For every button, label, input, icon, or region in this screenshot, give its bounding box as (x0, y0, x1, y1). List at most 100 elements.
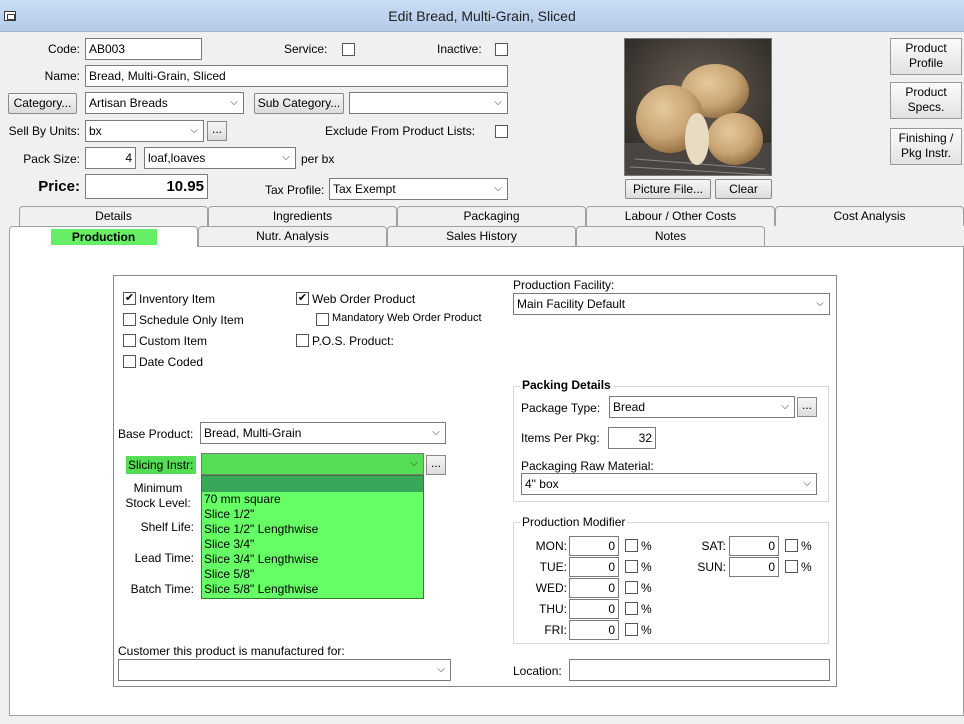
category-select[interactable]: Artisan Breads ⌵ (85, 92, 244, 114)
button-line: Product (905, 41, 947, 55)
taxprofile-select[interactable]: Tax Exempt ⌵ (329, 178, 508, 200)
wed-pct-checkbox[interactable] (625, 581, 638, 594)
tue-field[interactable]: 0 (569, 557, 619, 577)
tab-packaging[interactable]: Packaging (397, 206, 586, 226)
pct-label: % (801, 539, 812, 553)
schedule-only-checkbox[interactable] (123, 313, 136, 326)
inventory-item-label: Inventory Item (139, 292, 216, 306)
product-specs-button[interactable]: Product Specs. (890, 82, 962, 119)
name-label: Name: (44, 69, 80, 83)
package-type-select[interactable]: Bread ⌵ (609, 396, 795, 418)
mon-pct-checkbox[interactable] (625, 539, 638, 552)
pct-label: % (641, 623, 652, 637)
mon-field[interactable]: 0 (569, 536, 619, 556)
taxprofile-value: Tax Exempt (333, 182, 396, 196)
product-profile-button[interactable]: Product Profile (890, 38, 962, 75)
base-product-value: Bread, Multi-Grain (204, 426, 302, 440)
finishing-pkg-button[interactable]: Finishing / Pkg Instr. (890, 128, 962, 165)
dropdown-option[interactable]: Slice 1/2" Lengthwise (202, 522, 423, 537)
subcategory-select[interactable]: ⌵ (349, 92, 508, 114)
exclude-checkbox[interactable] (495, 125, 508, 138)
chevron-down-icon: ⌵ (816, 298, 824, 309)
sellby-value: bx (89, 124, 102, 138)
min-stock-label-line: Minimum (133, 481, 183, 495)
tue-pct-checkbox[interactable] (625, 560, 638, 573)
sat-field[interactable]: 0 (729, 536, 779, 556)
price-field[interactable]: 10.95 (85, 174, 208, 199)
facility-select[interactable]: Main Facility Default ⌵ (513, 293, 830, 315)
inactive-checkbox[interactable] (495, 43, 508, 56)
location-field[interactable] (569, 659, 830, 681)
sellby-select[interactable]: bx ⌵ (85, 120, 204, 142)
thu-label: THU: (539, 602, 567, 616)
items-per-pkg-label: Items Per Pkg: (521, 431, 600, 445)
wed-label: WED: (535, 581, 567, 595)
facility-label: Production Facility: (513, 278, 615, 292)
production-modifier-title: Production Modifier (520, 515, 628, 529)
code-label: Code: (47, 42, 80, 56)
chevron-down-icon: ⌵ (803, 478, 811, 489)
date-coded-label: Date Coded (139, 355, 204, 369)
dropdown-option[interactable]: 70 mm square (202, 492, 423, 507)
sat-label: SAT: (701, 539, 726, 553)
tab-details[interactable]: Details (19, 206, 208, 226)
clear-picture-button[interactable]: Clear (715, 179, 772, 199)
tab-production[interactable]: Production (9, 226, 198, 247)
pos-product-checkbox[interactable] (296, 334, 309, 347)
sun-pct-checkbox[interactable] (785, 560, 798, 573)
tab-sales-history[interactable]: Sales History (387, 226, 576, 246)
window-menu-icon[interactable] (4, 11, 16, 21)
tab-cost-analysis[interactable]: Cost Analysis (775, 206, 964, 226)
fri-field[interactable]: 0 (569, 620, 619, 640)
dropdown-option[interactable]: Slice 5/8" Lengthwise (202, 582, 423, 597)
customer-select[interactable]: ⌵ (118, 659, 451, 681)
date-coded-checkbox[interactable] (123, 355, 136, 368)
tab-labour-other-costs[interactable]: Labour / Other Costs (586, 206, 775, 226)
code-field[interactable]: AB003 (85, 38, 202, 60)
mandatory-web-checkbox[interactable] (316, 313, 329, 326)
dropdown-option[interactable]: Slice 5/8" (202, 567, 423, 582)
subcategory-button[interactable]: Sub Category... (254, 93, 344, 114)
taxprofile-label: Tax Profile: (265, 183, 325, 197)
web-order-checkbox[interactable]: ✔ (296, 292, 309, 305)
items-per-pkg-field[interactable]: 32 (608, 427, 656, 449)
tab-notes[interactable]: Notes (576, 226, 765, 246)
packsize-unit-select[interactable]: loaf,loaves ⌵ (144, 147, 296, 169)
slicing-select[interactable]: ⌵ (201, 453, 424, 475)
sun-field[interactable]: 0 (729, 557, 779, 577)
thu-pct-checkbox[interactable] (625, 602, 638, 615)
batch-time-label: Batch Time: (130, 582, 194, 596)
custom-item-checkbox[interactable] (123, 334, 136, 347)
tue-label: TUE: (539, 560, 567, 574)
tab-nutr-analysis[interactable]: Nutr. Analysis (198, 226, 387, 246)
dropdown-option[interactable]: Slice 3/4" Lengthwise (202, 552, 423, 567)
package-type-browse-button[interactable]: ... (797, 397, 817, 417)
name-field[interactable]: Bread, Multi-Grain, Sliced (85, 65, 508, 87)
wed-field[interactable]: 0 (569, 578, 619, 598)
pct-label: % (641, 581, 652, 595)
service-checkbox[interactable] (342, 43, 355, 56)
slicing-browse-button[interactable]: ... (426, 455, 446, 475)
dropdown-option[interactable]: Slice 1/2" (202, 507, 423, 522)
dropdown-option-selected[interactable] (202, 476, 423, 492)
pos-product-label: P.O.S. Product: (312, 334, 394, 348)
inventory-item-checkbox[interactable]: ✔ (123, 292, 136, 305)
dropdown-option[interactable]: Slice 3/4" (202, 537, 423, 552)
tab-ingredients[interactable]: Ingredients (208, 206, 397, 226)
base-product-select[interactable]: Bread, Multi-Grain ⌵ (200, 422, 446, 444)
bread-image (625, 39, 771, 175)
exclude-label: Exclude From Product Lists: (325, 124, 476, 138)
chevron-down-icon: ⌵ (230, 97, 238, 108)
packsize-unit-value: loaf,loaves (148, 151, 206, 165)
sat-pct-checkbox[interactable] (785, 539, 798, 552)
thu-field[interactable]: 0 (569, 599, 619, 619)
price-label: Price: (38, 178, 80, 195)
picture-file-button[interactable]: Picture File... (625, 179, 711, 199)
fri-pct-checkbox[interactable] (625, 623, 638, 636)
sellby-browse-button[interactable]: ... (207, 121, 227, 141)
category-button[interactable]: Category... (8, 93, 77, 114)
raw-material-select[interactable]: 4" box ⌵ (521, 473, 817, 495)
product-picture (624, 38, 772, 176)
chevron-down-icon: ⌵ (410, 458, 418, 469)
packsize-field[interactable]: 4 (85, 147, 136, 169)
